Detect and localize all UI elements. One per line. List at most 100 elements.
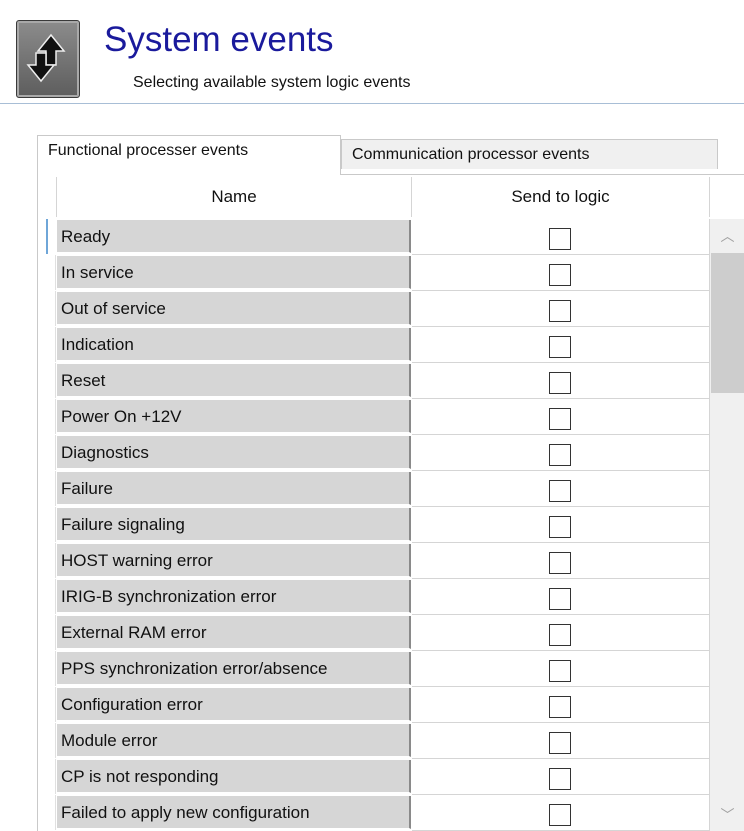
table-row[interactable]: HOST warning error [38,543,710,579]
send-to-logic-cell [412,363,710,399]
send-to-logic-cell [412,255,710,291]
event-name-cell: Power On +12V [57,400,411,433]
event-name-cell: Ready [57,220,411,253]
send-to-logic-checkbox[interactable] [549,660,571,682]
send-to-logic-cell [412,759,710,795]
table-row[interactable]: IRIG-B synchronization error [38,579,710,615]
send-to-logic-checkbox[interactable] [549,300,571,322]
send-to-logic-cell [412,471,710,507]
send-to-logic-cell [412,291,710,327]
send-to-logic-cell [412,327,710,363]
scrollbar-thumb[interactable] [711,253,744,393]
row-selector[interactable] [41,363,56,398]
chevron-down-icon[interactable]: ﹀ [710,798,744,831]
event-name-cell: Failure [57,472,411,505]
column-header-name[interactable]: Name [57,177,412,217]
send-to-logic-cell [412,579,710,615]
send-to-logic-cell [412,399,710,435]
event-name-cell: External RAM error [57,616,411,649]
send-to-logic-checkbox[interactable] [549,372,571,394]
event-name-cell: PPS synchronization error/absence [57,652,411,685]
header: System events Selecting available system… [0,0,744,104]
event-name-cell: In service [57,256,411,289]
table-row[interactable]: Failure [38,471,710,507]
send-to-logic-checkbox[interactable] [549,480,571,502]
row-selector[interactable] [41,651,56,686]
table-row[interactable]: Configuration error [38,687,710,723]
tab-communication-processor-events[interactable]: Communication processor events [341,139,718,169]
table-row[interactable]: External RAM error [38,615,710,651]
table-row[interactable]: In service [38,255,710,291]
vertical-scrollbar[interactable]: ︿ ﹀ [710,219,744,831]
send-to-logic-checkbox[interactable] [549,228,571,250]
row-selector[interactable] [41,255,56,290]
row-selector[interactable] [41,327,56,362]
table-row[interactable]: Power On +12V [38,399,710,435]
event-name-cell: Out of service [57,292,411,325]
send-to-logic-checkbox[interactable] [549,624,571,646]
row-selector[interactable] [41,687,56,722]
page-title: System events [104,20,334,59]
event-name-cell: IRIG-B synchronization error [57,580,411,613]
table-row[interactable]: Diagnostics [38,435,710,471]
table-row[interactable]: Module error [38,723,710,759]
up-down-arrows-icon [16,20,80,98]
chevron-up-icon[interactable]: ︿ [710,219,744,253]
row-selector[interactable] [41,471,56,506]
row-selector[interactable] [46,219,49,254]
table-row[interactable]: Ready [38,219,710,255]
table-row[interactable]: Out of service [38,291,710,327]
table-row[interactable]: PPS synchronization error/absence [38,651,710,687]
send-to-logic-cell [412,723,710,759]
send-to-logic-cell [412,435,710,471]
header-divider [0,103,744,104]
row-selector[interactable] [41,291,56,326]
table-row[interactable]: Reset [38,363,710,399]
row-selector[interactable] [41,795,56,830]
table-row[interactable]: Failure signaling [38,507,710,543]
event-name-cell: Reset [57,364,411,397]
send-to-logic-checkbox[interactable] [549,408,571,430]
event-name-cell: CP is not responding [57,760,411,793]
event-name-cell: Diagnostics [57,436,411,469]
send-to-logic-checkbox[interactable] [549,696,571,718]
table-row[interactable]: Indication [38,327,710,363]
event-name-cell: Configuration error [57,688,411,721]
row-selector[interactable] [41,399,56,434]
send-to-logic-cell [412,687,710,723]
send-to-logic-checkbox[interactable] [549,804,571,826]
send-to-logic-cell [412,543,710,579]
send-to-logic-checkbox[interactable] [549,264,571,286]
tab-functional-processer-events[interactable]: Functional processer events [37,135,341,175]
row-selector[interactable] [41,615,56,650]
send-to-logic-checkbox[interactable] [549,336,571,358]
page-subtitle: Selecting available system logic events [133,74,411,91]
send-to-logic-checkbox[interactable] [549,444,571,466]
column-header-send-to-logic[interactable]: Send to logic [412,177,710,217]
row-selector[interactable] [41,579,56,614]
row-header-corner [38,177,57,217]
row-selector[interactable] [41,759,56,794]
row-selector[interactable] [41,543,56,578]
send-to-logic-cell [412,615,710,651]
send-to-logic-checkbox[interactable] [549,732,571,754]
event-name-cell: HOST warning error [57,544,411,577]
send-to-logic-cell [412,651,710,687]
send-to-logic-checkbox[interactable] [549,552,571,574]
event-name-cell: Failure signaling [57,508,411,541]
send-to-logic-cell [412,795,710,831]
event-name-cell: Failed to apply new configuration [57,796,411,829]
table-row[interactable]: CP is not responding [38,759,710,795]
event-name-cell: Indication [57,328,411,361]
events-grid: Name Send to logic Ready In service Out of… [37,174,744,831]
send-to-logic-cell [412,507,710,543]
table-row[interactable]: Failed to apply new configuration [38,795,710,831]
event-name-cell: Module error [57,724,411,757]
row-selector[interactable] [41,435,56,470]
row-selector[interactable] [41,723,56,758]
send-to-logic-cell [412,219,710,255]
send-to-logic-checkbox[interactable] [549,516,571,538]
send-to-logic-checkbox[interactable] [549,768,571,790]
row-selector[interactable] [41,507,56,542]
send-to-logic-checkbox[interactable] [549,588,571,610]
